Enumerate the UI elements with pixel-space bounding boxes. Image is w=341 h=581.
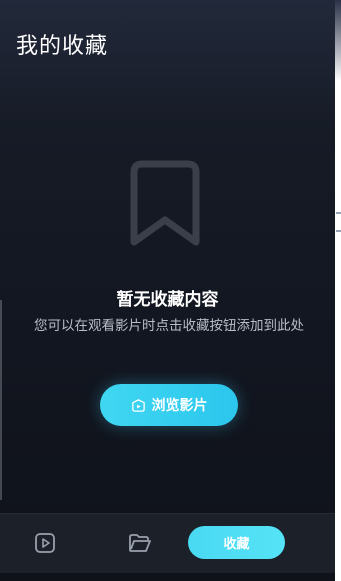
browse-videos-label: 浏览影片	[151, 398, 208, 414]
tab-favorites[interactable]: 收藏	[188, 526, 285, 559]
empty-state-title: 暂无收藏内容	[116, 290, 219, 310]
favorites-screen: 我的收藏 暂无收藏内容 您可以在观看影片时点击收藏按钮添加到此处 浏览影片 收藏	[0, 0, 341, 581]
edge-mark	[336, 212, 341, 214]
page-title: 我的收藏	[16, 34, 109, 59]
edge-strip	[335, 0, 341, 581]
empty-state-description: 您可以在观看影片时点击收藏按钮添加到此处	[34, 318, 304, 334]
edge-mark	[336, 230, 341, 232]
bottom-tab-bar: 收藏	[0, 513, 335, 573]
browse-videos-button[interactable]: 浏览影片	[100, 384, 238, 426]
bookmark-icon	[130, 160, 200, 246]
edge-divider	[0, 300, 2, 500]
video-icon	[131, 398, 145, 412]
play-icon[interactable]	[34, 532, 56, 554]
folder-icon[interactable]	[128, 532, 152, 554]
